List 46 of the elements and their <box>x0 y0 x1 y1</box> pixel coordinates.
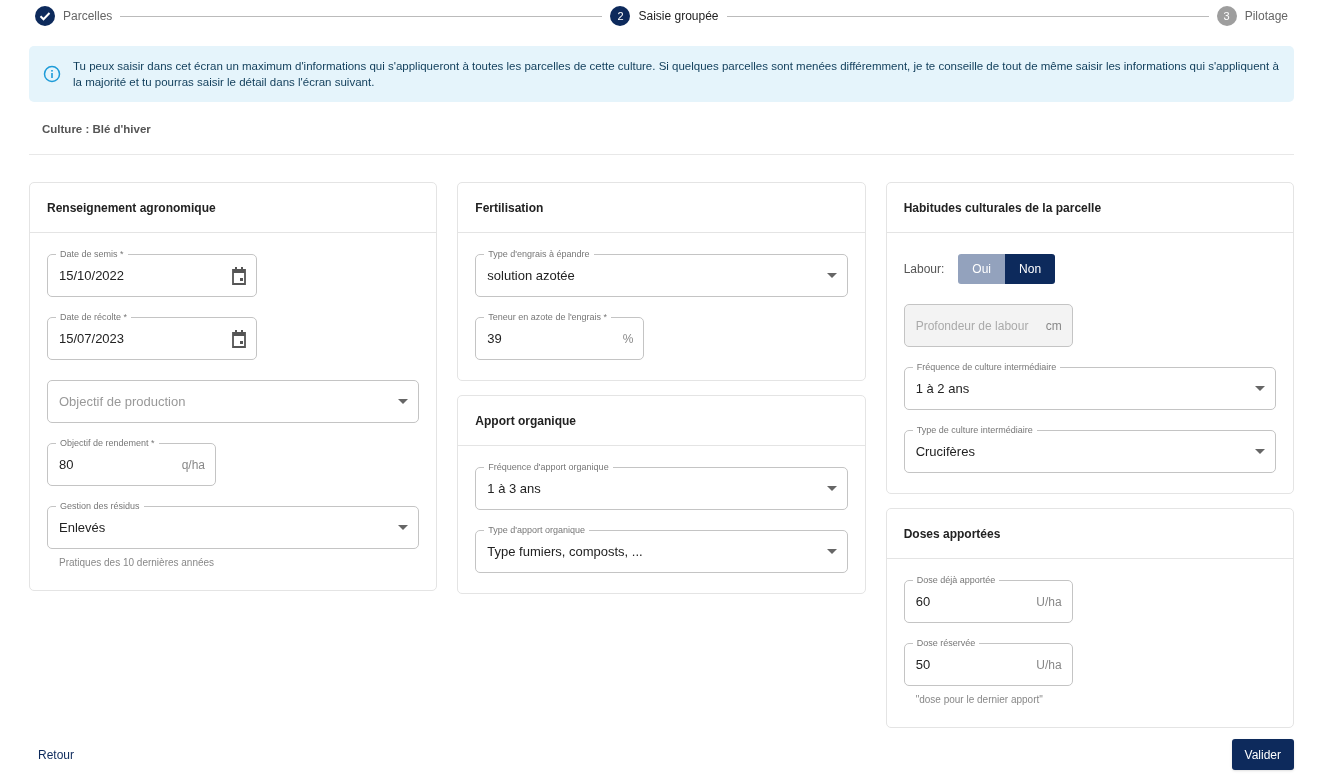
caret-icon <box>1255 386 1265 391</box>
submit-button[interactable]: Valider <box>1231 739 1294 770</box>
unit-label: cm <box>1045 317 1062 335</box>
toggle-label: Labour: <box>903 261 945 278</box>
field-label: Objectif de rendement * <box>56 437 159 449</box>
helper-text: Pratiques des 10 dernières années <box>58 556 216 570</box>
helper-text: "dose pour le dernier apport" <box>914 693 1044 707</box>
caret-icon <box>826 486 837 491</box>
calendar-icon <box>231 266 247 285</box>
caret-icon <box>398 525 409 530</box>
field-label: Fréquence d'apport organique <box>484 461 613 473</box>
field-label: Gestion des résidus <box>56 500 144 512</box>
unit-label: % <box>622 330 634 348</box>
culture-label: Culture : Blé d'hiver <box>42 123 151 135</box>
step-number: 3 <box>1216 6 1237 26</box>
step-number: 2 <box>610 6 631 26</box>
info-text: Tu peux saisir dans cet écran un maximum d'informations qui s'appliqueront à toutes les parcelles de cette culture. Si quelques parcelles sont menées différemment, je te conseille de tout de même saisir les informations qui s'appliquent à la majorité et tu pourras saisir le détail dans l'écran suivant. <box>73 59 1280 90</box>
step-label: Parcelles <box>63 8 113 25</box>
field-label: Type d'apport organique <box>484 524 590 536</box>
caret-icon <box>826 273 837 278</box>
field-label: Date de semis * <box>56 248 128 260</box>
toggle-option[interactable]: Non <box>1005 254 1056 284</box>
step-label: Saisie groupée <box>638 8 719 25</box>
step-label: Pilotage <box>1244 8 1288 25</box>
card-title: Renseignement agronomique <box>47 199 216 217</box>
caret-icon <box>398 399 409 404</box>
field-label: Fréquence de culture intermédiaire <box>912 361 1061 373</box>
card-title: Fertilisation <box>475 199 544 217</box>
card-title: Doses apportées <box>903 525 1001 543</box>
caret-icon <box>1255 449 1265 454</box>
field-label: Type de culture intermédiaire <box>912 424 1037 436</box>
info-icon <box>43 65 61 83</box>
unit-label: q/ha <box>181 456 205 474</box>
card-title: Apport organique <box>475 412 576 430</box>
field-label: Teneur en azote de l'engrais * <box>484 311 612 323</box>
card-title: Habitudes culturales de la parcelle <box>903 199 1102 217</box>
number-field: Profondeur de labour cm <box>903 304 1073 347</box>
caret-icon <box>826 549 837 554</box>
unit-label: U/ha <box>1036 593 1062 611</box>
back-link[interactable]: Retour <box>38 745 75 764</box>
unit-label: U/ha <box>1036 656 1062 674</box>
calendar-icon <box>231 329 247 348</box>
field-label: Dose réservée <box>912 637 980 649</box>
field-label: Type d'engrais à épandre <box>484 248 594 260</box>
field-label: Date de récolte * <box>56 311 132 323</box>
field-label: Dose déjà apportée <box>912 574 1000 586</box>
